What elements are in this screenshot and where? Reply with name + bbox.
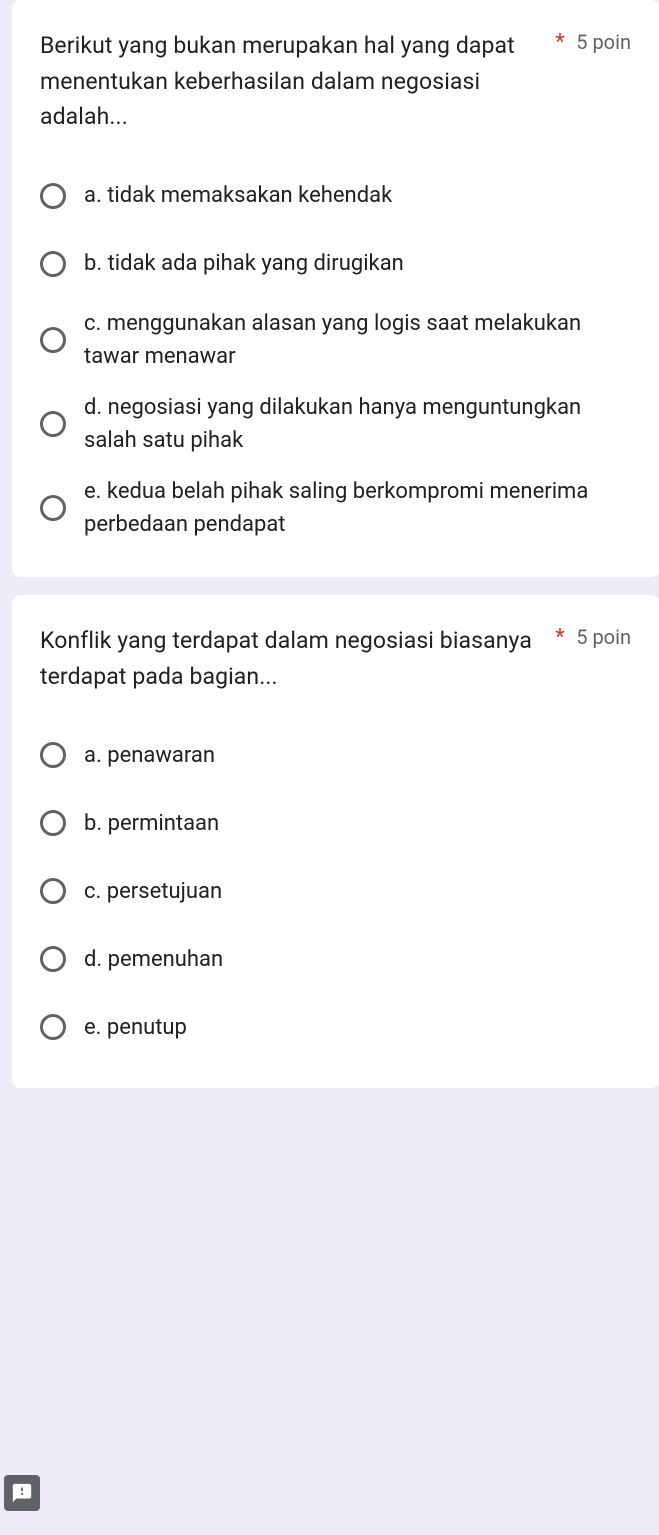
question-meta: * 5 poin [555,623,631,650]
option-label: b. permintaan [84,807,219,840]
question-card: Berikut yang bukan merupakan hal yang da… [12,0,659,577]
radio-icon [40,810,66,836]
radio-icon [40,946,66,972]
option-label: e. kedua belah pihak saling berkompromi … [84,475,631,541]
question-header: Berikut yang bukan merupakan hal yang da… [40,28,631,135]
question-points: 5 poin [576,625,631,649]
options-list: a. tidak memaksakan kehendak b. tidak ad… [40,167,631,545]
question-header: Konflik yang terdapat dalam negosiasi bi… [40,623,631,694]
option-label: b. tidak ada pihak yang dirugikan [84,247,404,280]
question-card: Konflik yang terdapat dalam negosiasi bi… [12,595,659,1088]
question-meta: * 5 poin [555,28,631,55]
radio-icon [40,878,66,904]
option-label: c. menggunakan alasan yang logis saat me… [84,307,631,373]
report-problem-button[interactable] [4,1475,40,1511]
question-title: Berikut yang bukan merupakan hal yang da… [40,28,545,135]
option-label: d. pemenuhan [84,943,223,976]
question-title: Konflik yang terdapat dalam negosiasi bi… [40,623,545,694]
radio-icon [40,742,66,768]
required-asterisk: * [555,30,564,55]
radio-icon [40,411,66,437]
option-e[interactable]: e. kedua belah pihak saling berkompromi … [40,471,631,545]
radio-icon [40,251,66,277]
radio-icon [40,183,66,209]
option-label: e. penutup [84,1011,187,1044]
option-c[interactable]: c. persetujuan [40,862,631,920]
option-e[interactable]: e. penutup [40,998,631,1056]
option-d[interactable]: d. negosiasi yang dilakukan hanya mengun… [40,387,631,461]
option-c[interactable]: c. menggunakan alasan yang logis saat me… [40,303,631,377]
option-label: a. tidak memaksakan kehendak [84,179,392,212]
option-d[interactable]: d. pemenuhan [40,930,631,988]
option-b[interactable]: b. tidak ada pihak yang dirugikan [40,235,631,293]
required-asterisk: * [555,625,564,650]
question-points: 5 poin [576,30,631,54]
radio-icon [40,1014,66,1040]
option-label: c. persetujuan [84,875,222,908]
option-label: a. penawaran [84,739,215,772]
option-a[interactable]: a. penawaran [40,726,631,784]
option-label: d. negosiasi yang dilakukan hanya mengun… [84,391,631,457]
option-a[interactable]: a. tidak memaksakan kehendak [40,167,631,225]
options-list: a. penawaran b. permintaan c. persetujua… [40,726,631,1056]
report-icon [11,1482,33,1504]
radio-icon [40,495,66,521]
option-b[interactable]: b. permintaan [40,794,631,852]
radio-icon [40,327,66,353]
